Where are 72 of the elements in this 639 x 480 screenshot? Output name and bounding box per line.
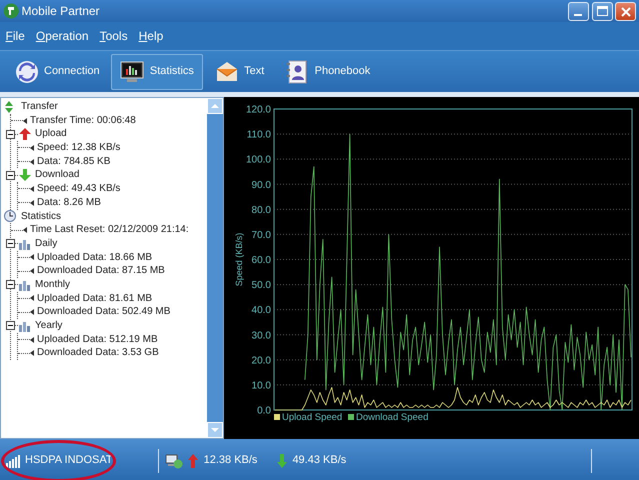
tree-item: Speed: 49.43 KB/s [37,182,120,196]
menu-item[interactable]: Help [138,27,164,45]
toolbar-tab[interactable]: Connection [6,54,109,90]
tree-item: Time Last Reset: 02/12/2009 21:14: [30,223,189,237]
up-arrow-icon [18,128,32,140]
tree-item[interactable]: Statistics [21,210,62,224]
bar-chart-icon [18,320,32,332]
address-book-icon [285,60,310,84]
minimize-button[interactable] [568,2,589,20]
collapse-toggle[interactable] [6,130,15,139]
tree-item[interactable]: Yearly [35,319,62,333]
tree-item: Downloaded Data: 87.15 MB [37,264,165,278]
menu-item[interactable]: File [6,27,25,45]
y-tick-label: 40.0 [252,305,271,316]
tree-item: Transfer Time: 00:06:48 [30,114,136,128]
toolbar-tab[interactable]: Statistics [111,54,203,90]
collapse-toggle[interactable] [6,239,15,248]
clock-icon [4,210,18,222]
envelope-icon [214,60,239,84]
tree-item: Uploaded Data: 18.66 MB [37,250,152,264]
bar-chart-icon [18,278,32,291]
tree-item: Data: 8.26 MB [37,196,101,210]
y-tick-label: 0.0 [257,406,271,416]
up-arrow-icon [188,454,198,468]
tree-item[interactable]: Monthly [35,278,70,292]
collapse-toggle[interactable] [6,280,15,290]
y-axis-title: Speed (KB/s) [234,232,244,286]
y-tick-label: 120.0 [246,104,271,116]
y-tick-label: 20.0 [252,355,271,366]
y-tick-label: 10.0 [252,380,271,392]
tree-item: Downloaded Data: 502.49 MB [37,305,170,320]
collapse-toggle[interactable] [6,321,15,330]
scrollbar[interactable] [207,98,223,438]
toolbar-tab[interactable]: Text [206,54,274,90]
y-tick-label: 80.0 [252,204,271,216]
y-tick-label: 100.0 [246,154,271,166]
collapse-toggle[interactable] [6,170,15,180]
upload-speed: 12.38 KB/s [204,453,258,468]
tree-item[interactable]: Upload [35,127,67,142]
tree-item[interactable]: Transfer [21,100,58,114]
tree-item: Uploaded Data: 81.61 MB [37,292,152,306]
tree-item[interactable]: Download [35,168,80,182]
close-button[interactable] [615,2,636,20]
window-title: Mobile Partner [22,3,101,20]
circular-arrows-icon [14,60,38,84]
maximize-button[interactable] [592,2,612,20]
y-tick-label: 30.0 [252,330,271,342]
down-arrow-icon [18,169,32,182]
tree-item: Speed: 12.38 KB/s [37,141,120,155]
menu-item[interactable]: Operation [36,27,89,45]
menu-item[interactable]: Tools [100,27,128,45]
toolbar-tab[interactable]: Phonebook [276,54,380,90]
app-logo-icon [2,3,19,19]
signal-icon [6,454,20,468]
tree-item: Downloaded Data: 3.53 GB [37,346,159,360]
bar-chart-icon [18,238,32,250]
y-tick-label: 60.0 [252,255,271,266]
legend-label: Download Speed [356,412,428,423]
tree-item: Uploaded Data: 512.19 MB [37,332,158,346]
tree-item[interactable]: Daily [35,236,58,251]
y-tick-label: 90.0 [252,180,271,191]
y-tick-label: 50.0 [252,280,271,292]
network-computer-icon [164,452,183,468]
y-tick-label: 70.0 [252,230,271,241]
network-name: HSDPA INDOSAT [25,453,113,468]
monitor-chart-icon [120,60,144,84]
down-arrow-icon [276,454,287,468]
legend-label: Upload Speed [282,412,342,423]
close-icon [621,6,632,16]
y-tick-label: 110.0 [246,130,271,141]
tree-item: Data: 784.85 KB [37,154,110,168]
download-speed: 49.43 KB/s [292,453,348,468]
